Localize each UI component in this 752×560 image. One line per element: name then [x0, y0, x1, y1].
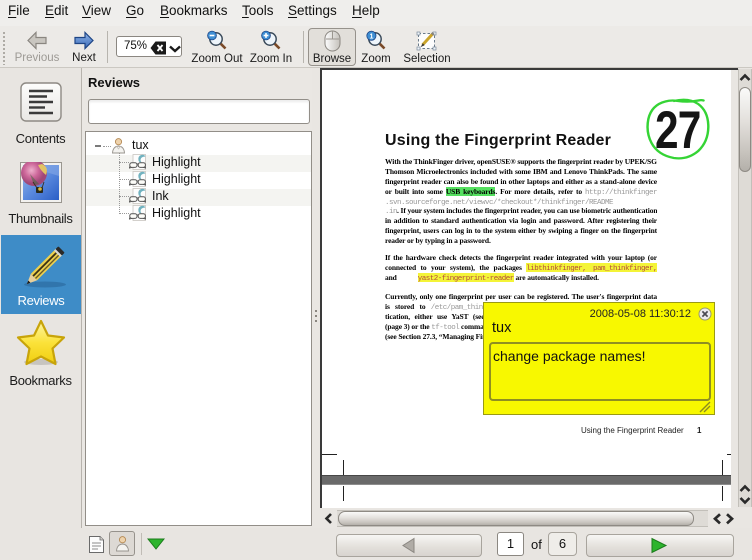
svg-text:1: 1: [369, 33, 373, 40]
